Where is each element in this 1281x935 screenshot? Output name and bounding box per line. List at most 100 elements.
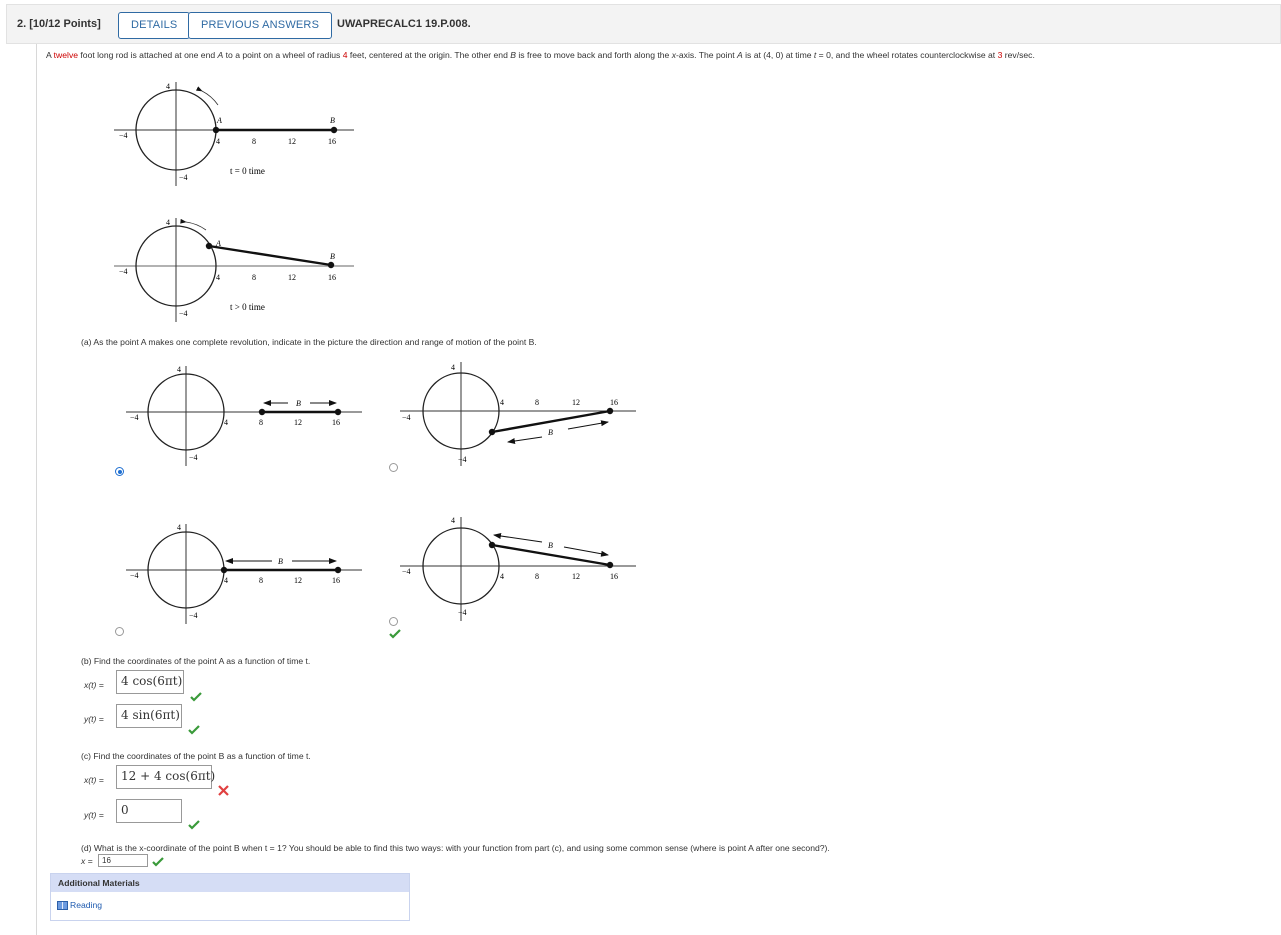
checkmark-icon — [389, 629, 401, 639]
tick-label: 8 — [252, 137, 256, 146]
tick-label: −4 — [130, 413, 139, 422]
tick-label: 4 — [177, 523, 181, 532]
part-c-prompt: (c) Find the coordinates of the point B … — [81, 751, 311, 761]
part-c-x-answer[interactable]: 12 + 4 cos(6πt) — [116, 765, 215, 789]
tick-label: 4 — [500, 398, 504, 407]
option-1-figure[interactable]: B 4 −4 −4 4 8 12 16 — [122, 362, 382, 468]
tick-label: 16 — [332, 576, 340, 585]
tick-label: 16 — [328, 273, 336, 282]
tick-label: 12 — [572, 572, 580, 581]
reading-link-label: Reading — [70, 900, 103, 910]
label-b: B — [296, 399, 301, 408]
option-2-radio[interactable] — [389, 463, 398, 472]
option-1-radio[interactable] — [115, 467, 124, 476]
tick-label: −4 — [189, 453, 198, 462]
range-endpoint — [334, 408, 342, 416]
additional-materials-panel: Additional Materials Reading — [50, 873, 410, 921]
left-arrow-icon — [493, 533, 543, 543]
tick-label: 16 — [610, 572, 618, 581]
tick-label: 4 — [216, 273, 220, 282]
time-label: t = 0 time — [230, 166, 265, 176]
label-a: A — [215, 239, 221, 248]
point-b — [606, 407, 614, 415]
label-b: B — [278, 557, 283, 566]
option-4-radio[interactable] — [389, 617, 398, 626]
point-a — [205, 242, 213, 250]
question-header: 2. [10/12 Points] DETAILS PREVIOUS ANSWE… — [6, 4, 1281, 44]
part-b-x-answer[interactable]: 4 cos(6πt) — [116, 670, 184, 694]
point-a — [488, 428, 496, 436]
checkmark-icon — [188, 725, 200, 735]
tick-label: 4 — [500, 572, 504, 581]
label-b: B — [330, 252, 335, 261]
part-b-x-label: x(t) = — [84, 680, 104, 690]
point-b — [327, 261, 335, 269]
tick-label: −4 — [189, 611, 198, 620]
tick-label: 12 — [288, 137, 296, 146]
book-icon — [57, 901, 68, 910]
tick-label: 4 — [451, 516, 455, 525]
part-d-answer[interactable]: 16 — [98, 854, 148, 867]
tick-label: −4 — [179, 173, 188, 182]
tick-label: 4 — [224, 418, 228, 427]
tick-label: 8 — [259, 576, 263, 585]
tick-label: 4 — [166, 218, 170, 227]
tick-label: 4 — [224, 576, 228, 585]
tick-label: −4 — [402, 567, 411, 576]
tick-label: −4 — [458, 455, 467, 464]
option-3-figure[interactable]: B 4 −4 −4 4 8 12 16 — [122, 520, 382, 626]
right-arrow-icon — [567, 420, 609, 430]
tick-label: 8 — [259, 418, 263, 427]
tick-label: 8 — [535, 572, 539, 581]
label-b: B — [548, 541, 553, 550]
tick-label: −4 — [458, 608, 467, 617]
rotation-arrow-icon — [195, 86, 219, 106]
range-endpoint — [220, 566, 228, 574]
part-c-y-answer[interactable]: 0 — [116, 799, 182, 823]
additional-materials-title: Additional Materials — [51, 874, 409, 892]
point-b — [606, 561, 614, 569]
figure-t-positive: A B 4 −4 −4 4 8 12 16 t > 0 time — [114, 218, 354, 322]
details-button[interactable]: DETAILS — [118, 12, 191, 39]
content-left-border — [36, 44, 37, 935]
tick-label: −4 — [402, 413, 411, 422]
right-arrow-icon — [563, 546, 609, 557]
option-3-radio[interactable] — [115, 627, 124, 636]
stmt-text: A — [46, 50, 54, 60]
point-a — [212, 126, 220, 134]
stmt-text: foot long rod is attached at one end — [78, 50, 218, 60]
part-b-y-label: y(t) = — [84, 714, 104, 724]
label-b: B — [548, 428, 553, 437]
tick-label: −4 — [119, 267, 128, 276]
reading-link[interactable]: Reading — [57, 900, 102, 910]
part-b-prompt: (b) Find the coordinates of the point A … — [81, 656, 311, 666]
tick-label: −4 — [130, 571, 139, 580]
tick-label: 12 — [294, 418, 302, 427]
rod — [208, 244, 332, 267]
option-4-figure[interactable]: B 4 −4 −4 4 8 12 16 — [396, 513, 656, 623]
label-a: A — [216, 116, 222, 125]
checkmark-icon — [152, 857, 164, 867]
stmt-text: = 0, and the wheel rotates counterclockw… — [816, 50, 998, 60]
x-mark-icon — [218, 785, 229, 796]
tick-label: 4 — [166, 82, 170, 91]
stmt-text: -axis. The point — [676, 50, 737, 60]
tick-label: 4 — [177, 365, 181, 374]
left-arrow-icon — [507, 436, 543, 444]
part-a-prompt: (a) As the point A makes one complete re… — [81, 337, 537, 347]
range-endpoint — [334, 566, 342, 574]
previous-answers-button[interactable]: PREVIOUS ANSWERS — [188, 12, 333, 39]
part-b-y-answer[interactable]: 4 sin(6πt) — [116, 704, 182, 728]
tick-label: 16 — [610, 398, 618, 407]
part-d-x-label: x = — [81, 856, 93, 866]
stmt-text: is at (4, 0) at time — [742, 50, 814, 60]
part-c-y-label: y(t) = — [84, 810, 104, 820]
tick-label: 4 — [451, 363, 455, 372]
tick-label: 12 — [294, 576, 302, 585]
option-2-figure[interactable]: B 4 −4 −4 4 8 12 16 — [396, 358, 656, 468]
point-a — [488, 541, 496, 549]
figure-t0: A B 4 −4 −4 4 8 12 16 t = 0 time — [114, 82, 354, 186]
tick-label: −4 — [179, 309, 188, 318]
tick-label: 8 — [252, 273, 256, 282]
part-c-x-label: x(t) = — [84, 775, 104, 785]
